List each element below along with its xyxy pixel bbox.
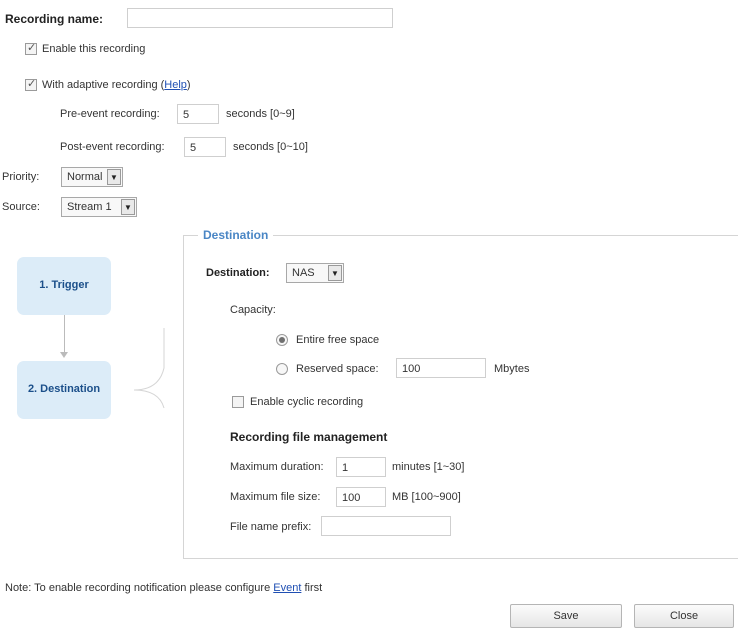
check-icon: ✓ bbox=[27, 42, 37, 54]
save-button[interactable]: Save bbox=[510, 604, 622, 628]
enable-recording-label: Enable this recording bbox=[42, 43, 146, 55]
reserved-space-input[interactable]: 100 bbox=[396, 358, 486, 378]
flow-step-destination[interactable]: 2. Destination bbox=[17, 361, 111, 419]
enable-recording-checkbox[interactable]: ✓ bbox=[25, 42, 37, 55]
pre-event-label: Pre-event recording: bbox=[60, 108, 160, 120]
event-link[interactable]: Event bbox=[273, 582, 301, 594]
entire-free-space-label: Entire free space bbox=[296, 334, 380, 346]
source-select[interactable]: Stream 1 ▼ bbox=[61, 197, 137, 217]
max-duration-unit: minutes [1~30] bbox=[392, 461, 465, 473]
flow-connector bbox=[64, 315, 65, 355]
destination-label: Destination: bbox=[206, 267, 270, 279]
reserved-space-label: Reserved space: bbox=[296, 363, 379, 375]
entire-free-space-radio[interactable] bbox=[276, 334, 288, 346]
check-icon: ✓ bbox=[27, 78, 37, 90]
cyclic-recording-label: Enable cyclic recording bbox=[250, 396, 364, 408]
cyclic-recording-checkbox[interactable] bbox=[232, 396, 244, 408]
destination-select[interactable]: NAS ▼ bbox=[286, 263, 344, 283]
destination-value: NAS bbox=[292, 267, 315, 279]
close-button[interactable]: Close bbox=[634, 604, 734, 628]
max-duration-label: Maximum duration: bbox=[230, 461, 324, 473]
priority-select[interactable]: Normal ▼ bbox=[61, 167, 123, 187]
file-management-title: Recording file management bbox=[230, 430, 388, 444]
flow-step-trigger[interactable]: 1. Trigger bbox=[17, 257, 111, 315]
chevron-down-icon: ▼ bbox=[328, 265, 342, 281]
destination-legend: Destination bbox=[198, 228, 274, 242]
max-file-size-input[interactable]: 100 bbox=[336, 487, 386, 507]
max-duration-input[interactable]: 1 bbox=[336, 457, 386, 477]
recording-name-input[interactable] bbox=[127, 8, 393, 28]
source-label: Source: bbox=[2, 201, 40, 213]
recording-name-label: Recording name: bbox=[5, 12, 104, 26]
post-event-unit: seconds [0~10] bbox=[233, 141, 308, 153]
max-file-size-unit: MB [100~900] bbox=[392, 491, 461, 503]
file-name-prefix-input[interactable] bbox=[321, 516, 451, 536]
post-event-label: Post-event recording: bbox=[60, 141, 165, 153]
reserved-space-unit: Mbytes bbox=[494, 363, 530, 375]
priority-label: Priority: bbox=[2, 171, 40, 183]
pre-event-input[interactable]: 5 bbox=[177, 104, 219, 124]
chevron-down-icon: ▼ bbox=[107, 169, 121, 185]
max-file-size-label: Maximum file size: bbox=[230, 491, 321, 503]
flow-bracket bbox=[134, 328, 165, 409]
file-name-prefix-label: File name prefix: bbox=[230, 521, 312, 533]
capacity-label: Capacity: bbox=[230, 304, 276, 316]
help-link[interactable]: Help bbox=[164, 79, 187, 91]
adaptive-recording-checkbox[interactable]: ✓ bbox=[25, 78, 37, 91]
chevron-down-icon: ▼ bbox=[121, 199, 135, 215]
priority-value: Normal bbox=[67, 171, 103, 183]
reserved-space-radio[interactable] bbox=[276, 363, 288, 375]
pre-event-unit: seconds [0~9] bbox=[226, 108, 295, 120]
source-value: Stream 1 bbox=[67, 201, 112, 213]
post-event-input[interactable]: 5 bbox=[184, 137, 226, 157]
note-text: Note: To enable recording notification p… bbox=[5, 582, 323, 594]
flow-arrow bbox=[60, 352, 68, 358]
adaptive-recording-label: With adaptive recording (Help) bbox=[42, 79, 191, 91]
